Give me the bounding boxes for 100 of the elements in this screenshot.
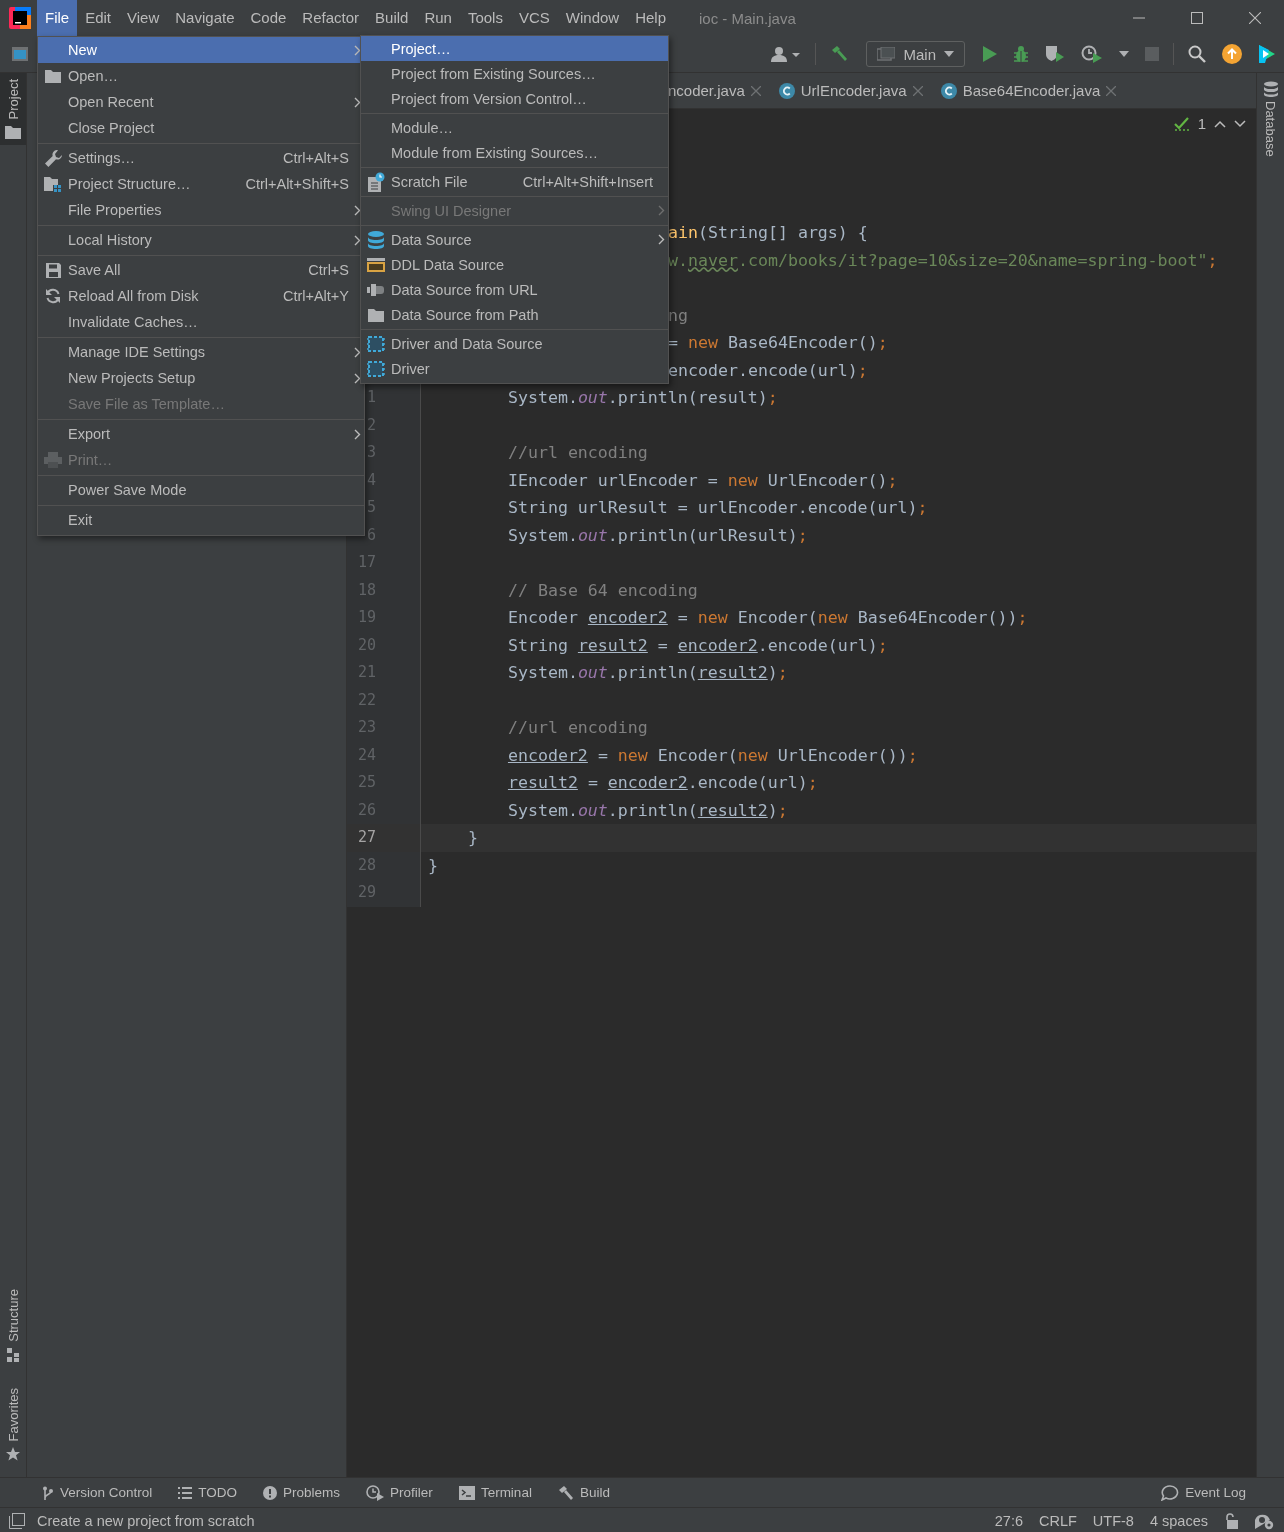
code-line: encoder.encode(url); (668, 360, 868, 380)
menu-bar-item[interactable]: Build (367, 0, 417, 36)
maximize-icon[interactable] (1191, 12, 1203, 24)
status-widget[interactable]: 27:6 (994, 1512, 1023, 1529)
menu-item[interactable]: Save All Ctrl+S (38, 257, 364, 283)
menu-bar-item[interactable]: Edit (77, 0, 120, 36)
code-line: System.out.println(result2); (506, 800, 788, 820)
folder-icon (368, 307, 384, 322)
menu-item[interactable]: Exit (38, 507, 364, 533)
menu-item[interactable]: Close Project (38, 115, 364, 141)
tool-window-button[interactable]: TODO (178, 1485, 238, 1500)
run-configuration-dropdown[interactable]: Main (866, 41, 965, 67)
menu-item[interactable]: File Properties (38, 197, 364, 223)
toolbox-icon[interactable] (1258, 44, 1276, 64)
unlocked-icon[interactable] (1224, 1512, 1238, 1529)
status-message: Create a new project from scratch (37, 1512, 255, 1529)
coverage-icon[interactable] (1045, 45, 1065, 63)
menu-bar-item[interactable]: View (119, 0, 168, 36)
check-icon (1173, 116, 1190, 131)
plug-icon (367, 282, 385, 297)
bug-icon[interactable] (1013, 45, 1029, 63)
alert-icon (263, 1485, 278, 1500)
menu-bar-item[interactable]: Run (416, 0, 460, 36)
close-icon[interactable] (1249, 12, 1261, 24)
menu-bar-item[interactable]: Refactor (294, 0, 368, 36)
status-widget[interactable]: CRLF (1039, 1512, 1077, 1529)
code-line: // Base 64 encoding (506, 580, 698, 600)
tool-window-tab[interactable]: Structure (0, 1282, 26, 1368)
problem-count: 1 (1197, 115, 1206, 132)
menu-item[interactable]: Data Source (361, 227, 668, 252)
menu-bar-item[interactable]: Code (242, 0, 295, 36)
menu-item[interactable]: Power Save Mode (38, 477, 364, 503)
menu-bar-item[interactable]: File (37, 0, 78, 36)
code-line: } (466, 828, 478, 847)
menu-item[interactable]: Local History (38, 227, 364, 253)
editor-tab[interactable]: Base64Encoder.java (932, 74, 1127, 107)
menu-item[interactable]: DDL Data Source (361, 252, 668, 277)
class-icon (778, 82, 795, 99)
class-icon (940, 82, 957, 99)
status-widget[interactable]: 4 spaces (1149, 1512, 1208, 1529)
menu-item[interactable]: Driver (361, 356, 668, 381)
structure-icon (7, 1347, 19, 1362)
tool-window-button[interactable]: Event Log (1161, 1484, 1246, 1501)
tool-window-tab[interactable]: Database (1263, 73, 1278, 165)
code-line: //url encoding (506, 718, 648, 737)
code-line: System.out.println(result); (506, 388, 778, 407)
line-number: 27 (357, 828, 376, 846)
update-icon[interactable] (1222, 44, 1242, 64)
menu-bar-item[interactable]: Help (627, 0, 675, 36)
star-icon (6, 1447, 20, 1461)
status-widget[interactable]: UTF-8 (1092, 1512, 1134, 1529)
menu-item[interactable]: Module from Existing Sources… (361, 140, 668, 165)
code-line: String urlResult = urlEncoder.encode(url); (506, 498, 928, 517)
code-line: ng (668, 305, 688, 325)
tool-window-button[interactable]: Problems (263, 1485, 341, 1500)
run-icon[interactable] (983, 46, 997, 62)
menu-item[interactable]: Export (38, 421, 364, 447)
chevron-down-icon[interactable] (1234, 119, 1246, 128)
branch-icon (42, 1485, 54, 1500)
caret-icon[interactable] (1119, 51, 1129, 57)
menu-bar-item[interactable]: VCS (510, 0, 558, 36)
code-line: Encoder encoder2 = new Encoder(new Base64Encoder()); (506, 608, 1028, 627)
code-line: encoder2 = new Encoder(new UrlEncoder()); (506, 745, 918, 765)
tool-window-tab[interactable]: Project (0, 73, 26, 146)
code-line: ain(String[] args) { (668, 223, 868, 242)
window-title: ioc - Main.java (699, 9, 796, 27)
menu-item[interactable]: Manage IDE Settings (38, 339, 364, 365)
tool-window-button[interactable]: Build (557, 1484, 610, 1501)
menu-bar-item[interactable]: Tools (459, 0, 511, 36)
menu-item[interactable]: Settings… Ctrl+Alt+S (38, 145, 364, 171)
database-icon (368, 230, 384, 249)
code-line: //url encoding (506, 443, 648, 462)
menu-bar-item[interactable]: Navigate (167, 0, 243, 36)
chevron-up-icon[interactable] (1214, 119, 1226, 128)
menu-item[interactable]: Data Source from URL (361, 277, 668, 302)
editor-tab[interactable]: UrlEncoder.java (770, 74, 933, 107)
menu-item[interactable]: Data Source from Path (361, 302, 668, 327)
menu-item[interactable]: Invalidate Caches… (38, 309, 364, 335)
app-logo-icon[interactable] (9, 7, 31, 29)
menu-item[interactable]: Project… (361, 36, 668, 61)
hammer-icon[interactable] (830, 45, 849, 63)
menu-item[interactable]: New Projects Setup (38, 365, 364, 391)
users-icon[interactable] (771, 46, 802, 62)
menu-item[interactable]: Scratch File Ctrl+Alt+Shift+Insert (361, 169, 668, 194)
tool-window-tab[interactable]: Favorites (0, 1381, 26, 1467)
tool-window-button[interactable]: Version Control (42, 1485, 153, 1500)
menu-item[interactable]: Open Recent (38, 89, 364, 115)
panel-toggle-icon[interactable] (9, 1512, 25, 1529)
tool-window-button[interactable]: Profiler (366, 1484, 433, 1501)
folder-icon (5, 125, 21, 140)
menu-item[interactable]: Reload All from Disk Ctrl+Alt+Y (38, 283, 364, 309)
menu-bar-item[interactable]: Window (557, 0, 628, 36)
menu-item[interactable]: Open… (38, 63, 364, 89)
speech-bubble-icon (1161, 1484, 1180, 1501)
profiler-icon[interactable] (1081, 45, 1103, 63)
menu-item[interactable]: Module… (361, 115, 668, 140)
tool-window-button[interactable]: Terminal (458, 1485, 532, 1500)
menu-item[interactable]: Project Structure… Ctrl+Alt+Shift+S (38, 171, 364, 197)
search-icon[interactable] (1188, 45, 1206, 63)
menu-item[interactable]: Driver and Data Source (361, 331, 668, 356)
